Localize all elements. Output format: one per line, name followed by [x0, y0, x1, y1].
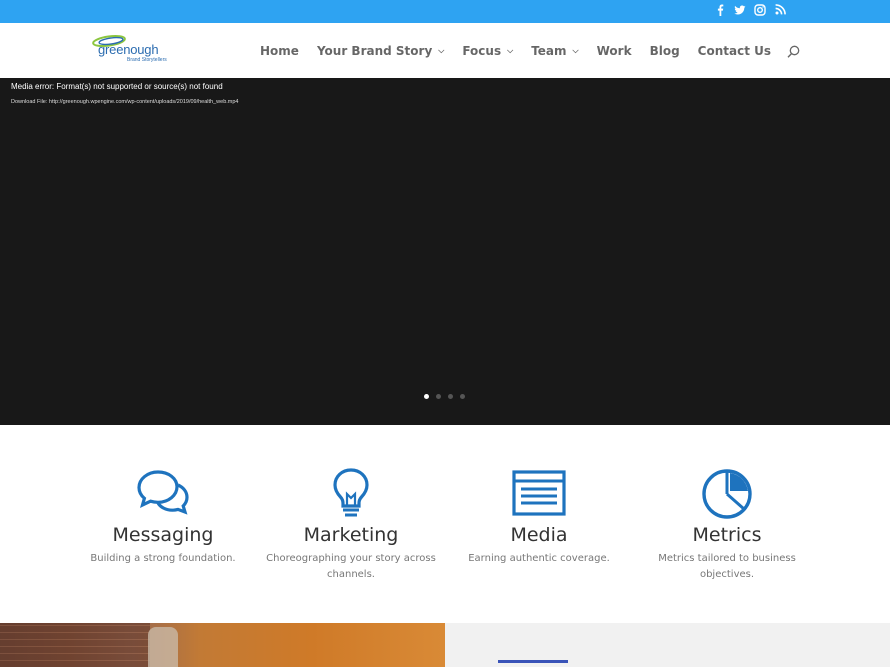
top-bar	[0, 0, 890, 23]
main-nav: Home Your Brand Story ⌵ Focus ⌵ Team ⌵ Work…	[242, 23, 800, 78]
feature-description: Choreographing your story across channel…	[266, 553, 436, 580]
feature-messaging: Messaging Building a strong foundation.	[73, 467, 253, 567]
slider-dot[interactable]	[436, 394, 441, 399]
media-error-text: Media error: Format(s) not supported or …	[11, 82, 223, 91]
slider-dots	[424, 394, 465, 399]
download-file-link[interactable]: Download File: http://greenough.wpengine…	[11, 99, 239, 105]
nav-focus[interactable]: Focus ⌵	[462, 44, 513, 58]
chevron-down-icon: ⌵	[438, 46, 445, 55]
nav-contact-us[interactable]: Contact Us	[698, 44, 771, 58]
logo-wordmark: greenough	[98, 42, 159, 57]
feature-description: Building a strong foundation.	[90, 553, 236, 564]
chevron-down-icon: ⌵	[572, 46, 579, 55]
feature-title: Media	[510, 524, 568, 546]
site-logo[interactable]: greenough Brand Storytellers	[91, 34, 181, 68]
chevron-down-icon: ⌵	[507, 46, 514, 55]
section-divider	[498, 660, 568, 663]
instagram-icon[interactable]	[750, 3, 770, 19]
search-icon[interactable]	[787, 45, 800, 58]
browser-window-icon	[512, 470, 566, 516]
nav-home[interactable]: Home	[260, 44, 299, 58]
logo-tagline: Brand Storytellers	[127, 57, 167, 63]
services-section: Messaging Building a strong foundation. …	[0, 425, 890, 623]
site-header: greenough Brand Storytellers Home Your B…	[0, 23, 890, 78]
chat-bubbles-icon	[137, 470, 189, 515]
rss-icon[interactable]	[770, 3, 790, 19]
feature-media: Media Earning authentic coverage.	[449, 467, 629, 567]
slider-dot[interactable]	[460, 394, 465, 399]
feature-title: Messaging	[112, 524, 214, 546]
feature-title: Marketing	[303, 524, 399, 546]
social-links	[710, 3, 790, 19]
feature-description: Metrics tailored to business objectives.	[658, 553, 796, 580]
intro-panel	[445, 623, 890, 667]
slider-dot[interactable]	[424, 394, 429, 399]
featured-photo	[0, 623, 445, 667]
nav-team[interactable]: Team ⌵	[531, 44, 578, 58]
photo-bricks	[0, 623, 150, 667]
facebook-icon[interactable]	[710, 3, 730, 19]
feature-marketing: Marketing Choreographing your story acro…	[261, 467, 441, 583]
nav-blog[interactable]: Blog	[650, 44, 680, 58]
feature-title: Metrics	[692, 524, 762, 546]
photo-figure	[148, 627, 178, 667]
feature-description: Earning authentic coverage.	[468, 553, 610, 564]
feature-metrics: Metrics Metrics tailored to business obj…	[637, 467, 817, 583]
pie-chart-icon	[702, 469, 752, 519]
nav-work[interactable]: Work	[597, 44, 632, 58]
twitter-icon[interactable]	[730, 3, 750, 19]
slider-dot[interactable]	[448, 394, 453, 399]
hero-video[interactable]: Media error: Format(s) not supported or …	[0, 78, 890, 425]
nav-your-brand-story[interactable]: Your Brand Story ⌵	[317, 44, 444, 58]
lightbulb-icon	[333, 468, 369, 517]
